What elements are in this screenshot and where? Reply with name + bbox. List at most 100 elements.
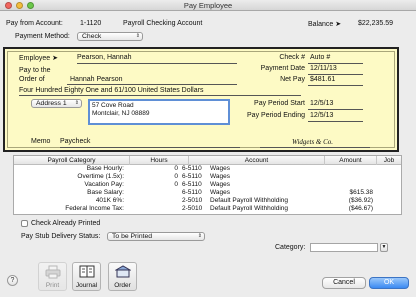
row-category: Overtime (1.5x): <box>77 173 124 180</box>
address-textarea[interactable]: 57 Cove Road Montclair, NJ 08889 <box>88 99 230 125</box>
net-pay-label: Net Pay <box>280 76 305 83</box>
check-already-printed-label: Check Already Printed <box>31 220 101 227</box>
check-number-underline <box>308 63 363 64</box>
signature: Widgets & Co. <box>292 138 334 146</box>
column-header-job[interactable]: Job <box>377 157 401 164</box>
pay-period-start-label: Pay Period Start <box>254 100 305 107</box>
net-pay-value: $481.61 <box>310 76 336 83</box>
column-header-account[interactable]: Account <box>189 157 324 164</box>
row-account-number[interactable]: 6-5110 <box>182 181 202 189</box>
address-line-2: Montclair, NJ 08889 <box>92 109 150 117</box>
payment-method-label: Payment Method: <box>15 33 70 40</box>
category-input[interactable] <box>310 243 378 252</box>
pay-from-label: Pay from Account: <box>6 20 63 27</box>
column-header-amount[interactable]: Amount <box>325 157 376 164</box>
row-category: Base Salary: <box>87 189 124 196</box>
chevron-down-icon: ▼ <box>381 244 387 250</box>
journal-icon <box>79 265 95 278</box>
column-header-hours[interactable]: Hours <box>130 157 188 164</box>
memo-underline <box>60 147 240 148</box>
pay-period-end-label: Pay Period Ending <box>247 112 305 119</box>
row-account-name: Default Payroll Withholding <box>210 205 289 212</box>
pay-period-start-underline <box>308 109 363 110</box>
ok-button[interactable]: OK <box>369 277 409 289</box>
pay-period-start-field[interactable]: 12/5/13 <box>310 100 333 107</box>
payment-method-value: Check <box>82 33 102 40</box>
row-amount[interactable]: ($36.92) <box>325 197 373 205</box>
check-already-printed-checkbox[interactable] <box>21 220 28 227</box>
category-label: Category: <box>275 244 306 251</box>
title-bar: Pay Employee <box>0 0 416 11</box>
payroll-table: Payroll Category Hours Account Amount Jo… <box>13 155 402 215</box>
table-row[interactable]: Federal Income Tax: 2-5010 Default Payro… <box>14 205 401 213</box>
table-header: Payroll Category Hours Account Amount Jo… <box>14 156 401 165</box>
payment-date-field[interactable]: 12/11/13 <box>310 65 337 72</box>
stub-delivery-label: Pay Stub Delivery Status: <box>21 233 101 240</box>
pay-period-end-field[interactable]: 12/5/13 <box>310 112 333 119</box>
employee-label: Employee ➤ <box>19 55 58 62</box>
chevron-updown-icon: ⇕ <box>197 233 202 239</box>
net-pay-underline <box>308 85 363 86</box>
stub-delivery-value: To be Printed <box>112 233 153 240</box>
signature-underline <box>260 147 370 148</box>
row-account-name: Wages <box>210 181 230 188</box>
stub-delivery-popup[interactable]: To be Printed ⇕ <box>107 232 205 241</box>
account-name: Payroll Checking Account <box>123 20 203 27</box>
memo-field[interactable]: Paycheck <box>60 138 90 145</box>
employee-underline <box>77 63 237 64</box>
cancel-button[interactable]: Cancel <box>322 277 366 289</box>
pay-period-end-underline <box>308 121 363 122</box>
payment-date-underline <box>308 74 363 75</box>
table-row[interactable]: Overtime (1.5x): 0 6-5110 Wages <box>14 173 401 181</box>
account-number[interactable]: 1-1120 <box>80 20 101 27</box>
payment-method-popup[interactable]: Check ⇕ <box>77 32 143 41</box>
pay-to-label-1: Pay to the <box>19 67 51 74</box>
memo-label: Memo <box>31 138 51 145</box>
row-amount[interactable]: $615.38 <box>325 189 374 197</box>
row-account-number[interactable]: 6-5110 <box>182 173 202 181</box>
address-selector-value: Address 1 <box>36 100 67 107</box>
journal-button[interactable]: Journal <box>72 262 101 291</box>
address-line-1: 57 Cove Road <box>92 102 134 109</box>
category-dropdown-button[interactable]: ▼ <box>380 243 388 252</box>
address-selector-popup[interactable]: Address 1 ⇕ <box>31 99 82 108</box>
row-hours[interactable]: 0 <box>130 181 178 189</box>
help-button[interactable]: ? <box>7 275 18 286</box>
row-account-number[interactable]: 6-5110 <box>182 189 202 197</box>
pay-to-label-2: Order of <box>19 76 45 83</box>
row-account-name: Wages <box>210 189 230 196</box>
table-row[interactable]: Base Hourly: 0 6-5110 Wages <box>14 165 401 173</box>
journal-button-label: Journal <box>75 282 98 289</box>
row-hours[interactable]: 0 <box>130 173 178 181</box>
printer-icon <box>45 265 61 279</box>
balance-value: $22,235.59 <box>358 20 394 27</box>
payment-date-label: Payment Date <box>260 65 305 72</box>
row-account-number[interactable]: 6-5110 <box>182 165 202 173</box>
check-number-field[interactable]: Auto # <box>310 54 330 61</box>
row-account-number[interactable]: 2-5010 <box>182 197 202 205</box>
column-header-category[interactable]: Payroll Category <box>14 157 129 164</box>
arrow-link-icon[interactable]: ➤ <box>52 55 58 62</box>
order-button-label: Order <box>114 282 131 289</box>
table-row[interactable]: Vacation Pay: 0 6-5110 Wages <box>14 181 401 189</box>
print-button[interactable]: Print <box>38 262 67 291</box>
row-account-number[interactable]: 2-5010 <box>182 205 202 213</box>
row-account-name: Default Payroll Withholding <box>210 197 289 204</box>
row-category: Vacation Pay: <box>84 181 124 188</box>
table-row[interactable]: 401K 6%: 2-5010 Default Payroll Withhold… <box>14 197 401 205</box>
arrow-link-icon[interactable]: ➤ <box>335 21 341 28</box>
chevron-updown-icon: ⇕ <box>74 100 79 106</box>
row-category: Federal Income Tax: <box>65 205 124 212</box>
row-hours[interactable]: 0 <box>130 165 178 173</box>
row-account-name: Wages <box>210 165 230 172</box>
table-row[interactable]: Base Salary: 6-5110 Wages $615.38 <box>14 189 401 197</box>
row-category: 401K 6%: <box>95 197 124 204</box>
payee-name: Hannah Pearson <box>70 76 123 83</box>
window-title: Pay Employee <box>183 1 233 10</box>
employee-field[interactable]: Pearson, Hannah <box>77 54 131 61</box>
order-button[interactable]: Order <box>108 262 137 291</box>
balance-label: Balance ➤ <box>308 21 342 28</box>
amount-words-underline <box>19 95 301 96</box>
row-amount[interactable]: ($46.67) <box>325 205 373 213</box>
row-category: Base Hourly: <box>86 165 124 172</box>
